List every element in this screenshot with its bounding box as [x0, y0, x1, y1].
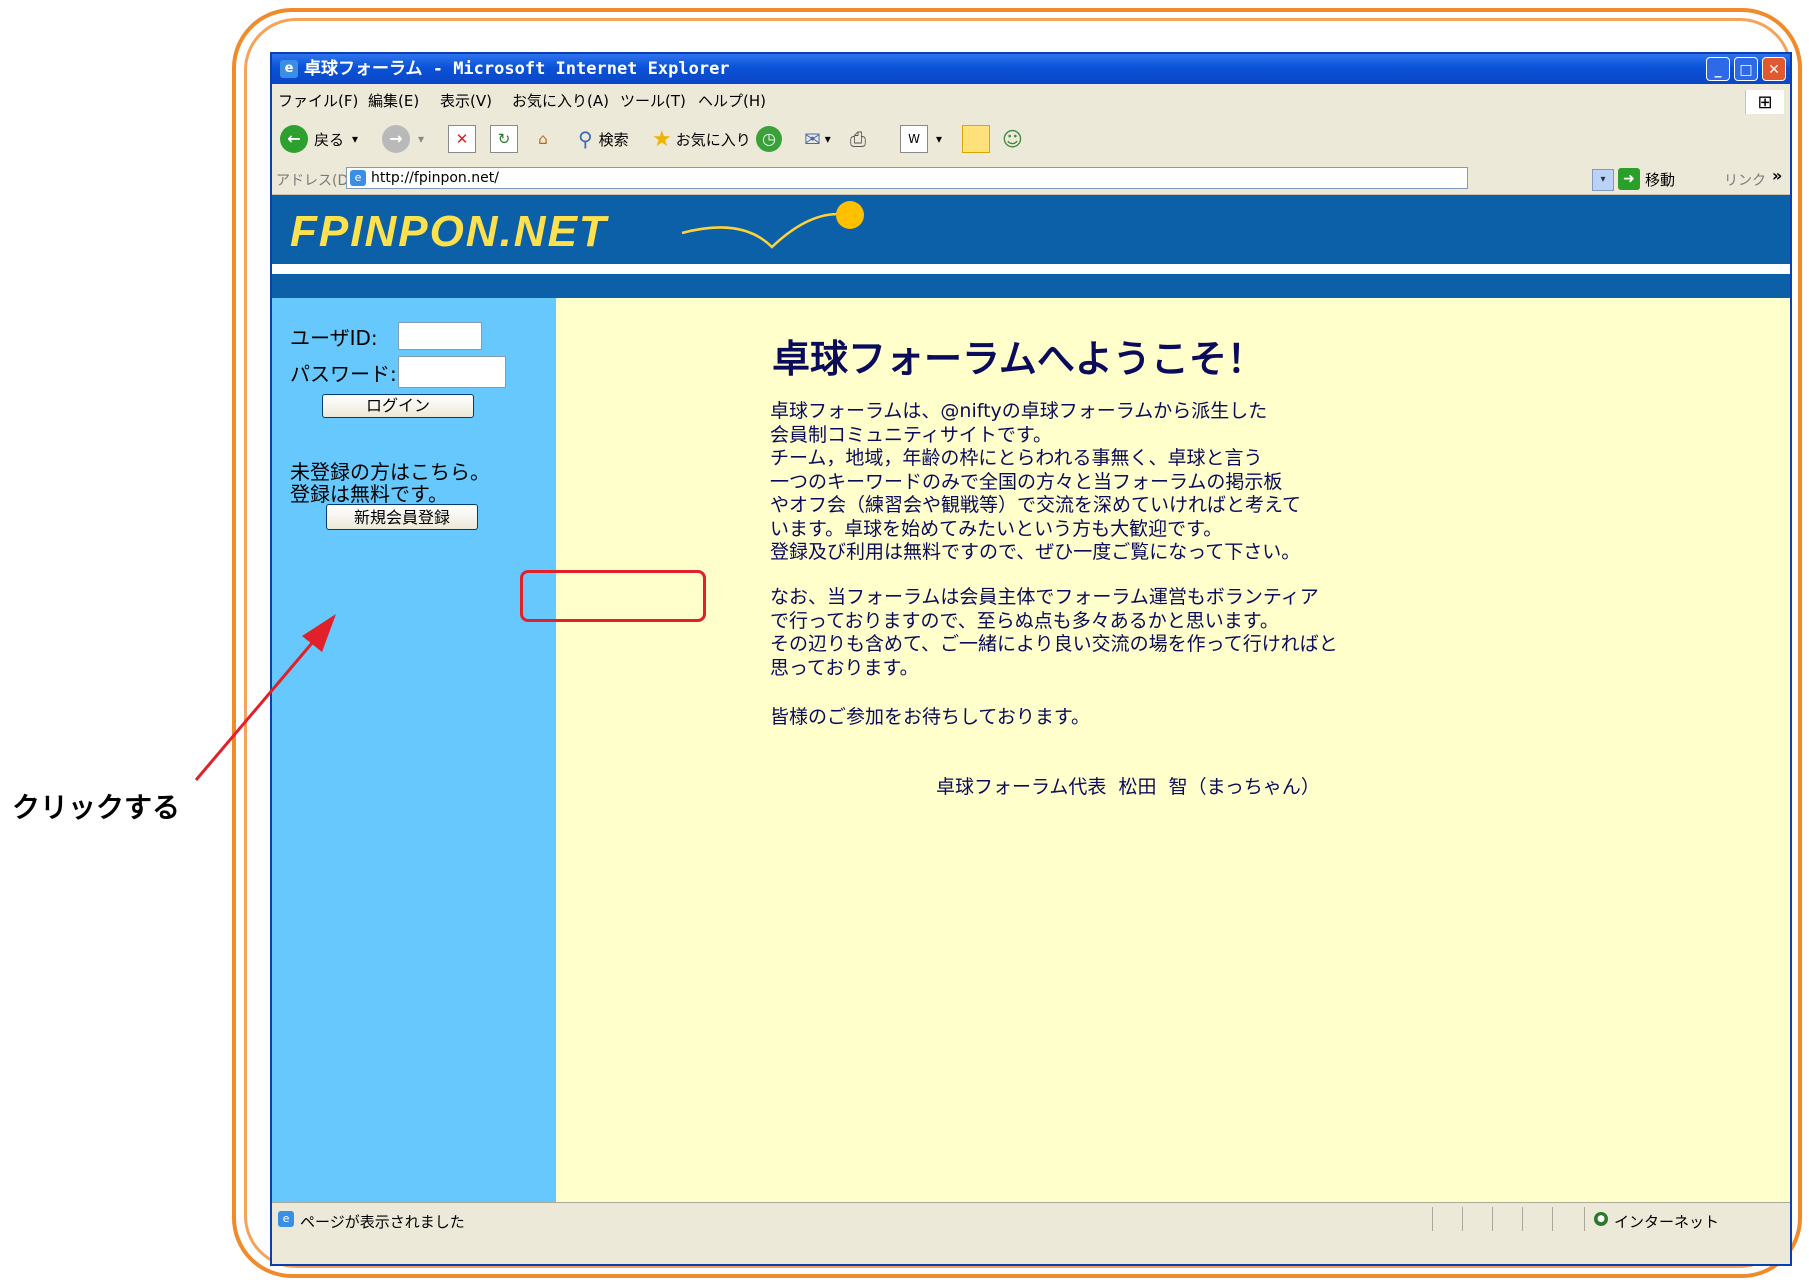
callout-arrow-icon — [194, 614, 336, 781]
callout-label: クリックする — [12, 791, 181, 824]
